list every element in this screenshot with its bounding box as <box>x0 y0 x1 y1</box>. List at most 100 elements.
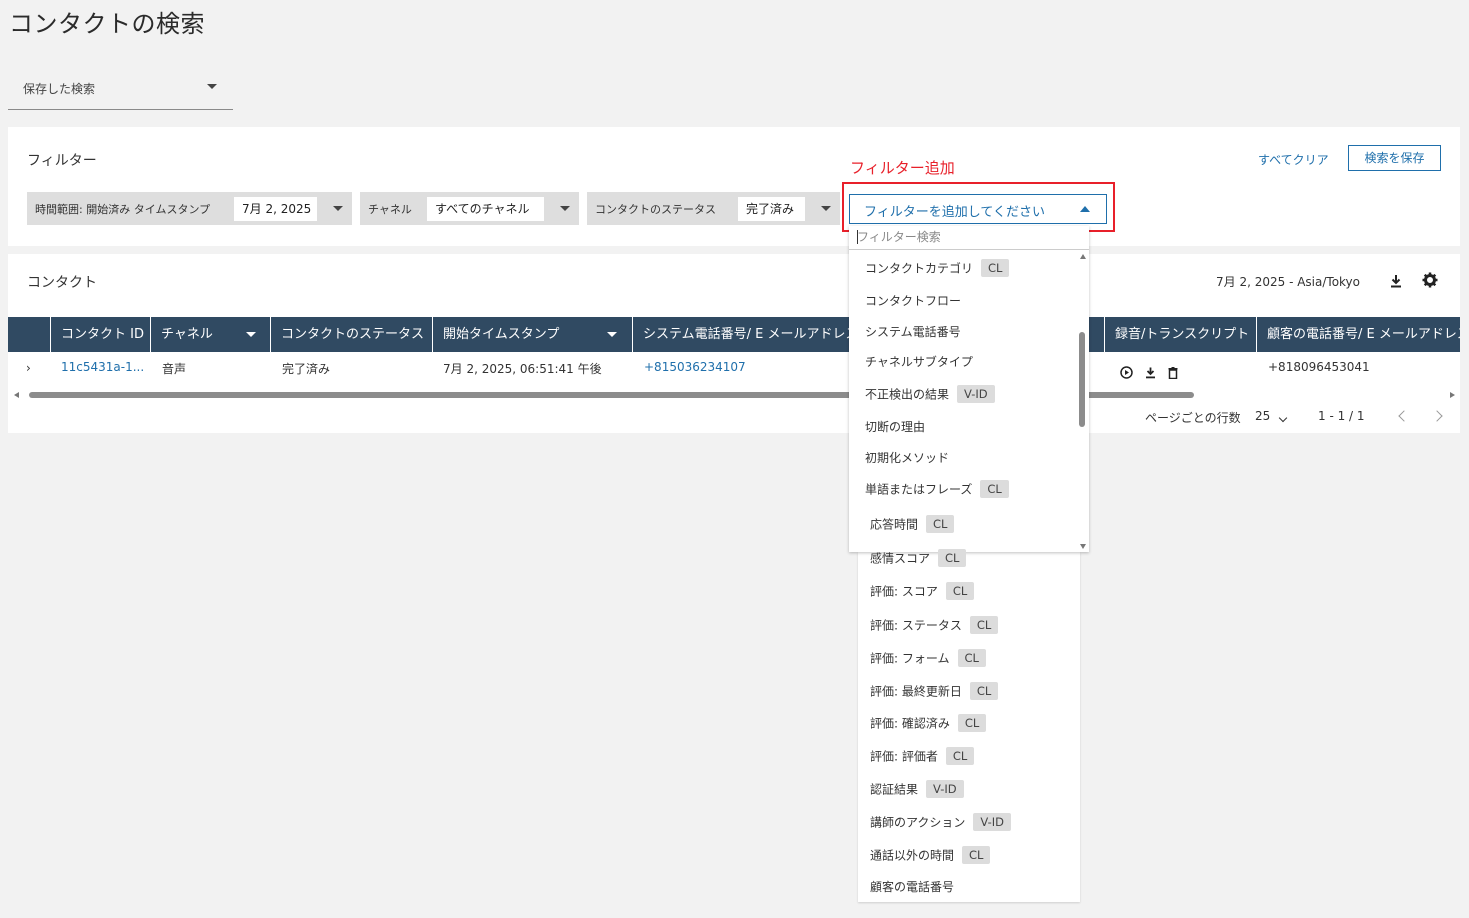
option-label: 評価: フォーム <box>870 651 950 666</box>
option-label: 応答時間 <box>870 517 919 532</box>
th-channel[interactable]: チャネル <box>151 317 271 352</box>
option-word-or-phrase[interactable]: 単語またはフレーズ CL <box>865 480 1009 498</box>
add-filter-label: フィルターを追加してください <box>864 205 1045 220</box>
chevron-down-icon[interactable] <box>821 206 831 211</box>
option-label: 評価: 評価者 <box>870 749 938 764</box>
play-icon[interactable] <box>1120 366 1133 379</box>
option-channel-subtype[interactable]: チャネルサブタイプ <box>865 353 973 370</box>
scroll-left-icon[interactable] <box>14 392 19 398</box>
chevron-up-icon <box>1080 206 1090 212</box>
option-label: チャネルサブタイプ <box>865 355 973 369</box>
scroll-down-icon[interactable] <box>1080 544 1086 549</box>
chip-value: 7月 2, 2025 <box>234 197 317 221</box>
next-page-icon[interactable] <box>1431 410 1443 422</box>
cell-contact-id[interactable]: 11c5431a-1... <box>61 360 144 374</box>
th-contact-id[interactable]: コンタクト ID <box>51 317 151 352</box>
option-label: コンタクトカテゴリ <box>865 261 974 276</box>
cell-status: 完了済み <box>282 362 331 376</box>
chevron-down-icon <box>246 332 256 337</box>
option-label: 評価: スコア <box>870 584 938 599</box>
option-label: コンタクトフロー <box>865 294 962 308</box>
scroll-right-icon[interactable] <box>1450 392 1455 398</box>
save-search-button[interactable]: 検索を保存 <box>1348 145 1441 171</box>
add-filter-button[interactable]: フィルターを追加してください <box>849 194 1107 224</box>
chevron-down-icon <box>207 84 217 89</box>
cell-channel: 音声 <box>162 362 187 376</box>
page-title: コンタクトの検索 <box>9 10 205 38</box>
option-label: 評価: 確認済み <box>870 716 950 731</box>
option-label: 評価: ステータス <box>870 618 962 633</box>
option-response-time[interactable]: 応答時間 CL <box>870 515 955 533</box>
chevron-down-icon[interactable] <box>560 206 570 211</box>
sort-desc-icon <box>607 332 617 337</box>
filter-chip-status[interactable]: コンタクトのステータス 完了済み <box>587 192 840 225</box>
option-badge: CL <box>957 714 987 732</box>
text-cursor <box>857 230 858 244</box>
option-customer-phone[interactable]: 顧客の電話番号 <box>870 878 954 895</box>
option-disconnect-reason[interactable]: 切断の理由 <box>865 418 925 435</box>
th-customer-phone[interactable]: 顧客の電話番号/ E メールアドレス <box>1257 317 1460 352</box>
filter-title: フィルター <box>27 153 97 169</box>
option-evaluator[interactable]: 評価: 評価者 CL <box>870 747 975 765</box>
option-badge: CL <box>981 259 1010 277</box>
option-badge: V-ID <box>973 813 1011 831</box>
option-evaluation-status[interactable]: 評価: ステータス CL <box>870 616 999 634</box>
option-badge: CL <box>969 616 999 634</box>
saved-search-label: 保存した検索 <box>23 82 96 96</box>
prev-page-icon[interactable] <box>1398 410 1410 422</box>
cell-system-phone[interactable]: +815036234107 <box>644 360 746 374</box>
date-timezone: 7月 2, 2025 - Asia/Tokyo <box>1216 275 1361 289</box>
option-instructor-action[interactable]: 講師のアクション V-ID <box>870 813 1011 831</box>
option-evaluation-last-updated[interactable]: 評価: 最終更新日 CL <box>870 682 999 700</box>
option-evaluation-confirmed[interactable]: 評価: 確認済み CL <box>870 714 987 732</box>
option-initiation-method[interactable]: 初期化メソッド <box>865 449 949 466</box>
gear-icon[interactable] <box>1422 272 1438 288</box>
option-evaluation-score[interactable]: 評価: スコア CL <box>870 582 975 600</box>
filter-chip-channel[interactable]: チャネル すべてのチャネル <box>360 192 579 225</box>
option-non-talk-time[interactable]: 通話以外の時間 CL <box>870 846 991 864</box>
option-label: 感情スコア <box>870 551 931 566</box>
download-icon[interactable] <box>1390 274 1402 288</box>
option-badge: CL <box>957 649 986 667</box>
option-label: 不正検出の結果 <box>865 387 950 402</box>
th-start-label: 開始タイムスタンプ <box>443 327 560 342</box>
expand-row-icon[interactable]: › <box>26 361 31 375</box>
filter-panel: フィルター すべてクリア 検索を保存 時間範囲: 開始済み タイムスタンプ 7月… <box>8 127 1460 246</box>
option-contact-category[interactable]: コンタクトカテゴリ CL <box>865 259 1010 277</box>
option-fraud-detection[interactable]: 不正検出の結果 V-ID <box>865 385 995 403</box>
option-badge: CL <box>980 480 1009 498</box>
th-channel-label: チャネル <box>161 327 213 342</box>
scroll-up-icon[interactable] <box>1080 254 1086 259</box>
option-label: 認証結果 <box>870 782 919 797</box>
chip-label: チャネル <box>368 203 412 216</box>
filter-chip-time-range[interactable]: 時間範囲: 開始済み タイムスタンプ 7月 2, 2025 <box>27 192 352 225</box>
option-badge: CL <box>945 582 975 600</box>
th-status[interactable]: コンタクトのステータス <box>271 317 433 352</box>
horizontal-scrollbar[interactable] <box>14 392 1455 398</box>
option-sentiment-score[interactable]: 感情スコア CL <box>870 549 967 567</box>
option-contact-flow[interactable]: コンタクトフロー <box>865 292 961 309</box>
chevron-down-icon[interactable] <box>333 206 343 211</box>
option-label: 講師のアクション <box>870 815 966 830</box>
saved-search-select[interactable]: 保存した検索 <box>8 68 233 110</box>
download-icon[interactable] <box>1145 367 1156 379</box>
filter-search-input[interactable]: フィルター検索 <box>849 226 1089 250</box>
th-expand <box>8 317 51 352</box>
vertical-scrollbar-thumb[interactable] <box>1079 332 1085 427</box>
cell-customer-phone: +818096453041 <box>1268 360 1370 374</box>
th-start-timestamp[interactable]: 開始タイムスタンプ <box>433 317 633 352</box>
option-badge: CL <box>938 549 967 567</box>
trash-icon[interactable] <box>1168 366 1178 379</box>
cell-start-timestamp: 7月 2, 2025, 06:51:41 午後 <box>443 362 602 376</box>
chevron-down-icon[interactable] <box>1278 413 1288 423</box>
table-header: コンタクト ID チャネル コンタクトのステータス 開始タイムスタンプ システム… <box>8 317 1460 352</box>
clear-all-link[interactable]: すべてクリア <box>1258 151 1329 168</box>
rows-per-page-label: ページごとの行数 <box>1145 411 1241 425</box>
option-auth-result[interactable]: 認証結果 V-ID <box>870 780 964 798</box>
option-label: 初期化メソッド <box>865 451 950 465</box>
chip-value: すべてのチャネル <box>427 197 544 221</box>
option-evaluation-form[interactable]: 評価: フォーム CL <box>870 649 986 667</box>
th-recording[interactable]: 録音/トランスクリプト <box>1105 317 1257 352</box>
rows-per-page-select[interactable]: 25 <box>1255 409 1270 423</box>
option-system-phone[interactable]: システム電話番号 <box>865 323 961 340</box>
